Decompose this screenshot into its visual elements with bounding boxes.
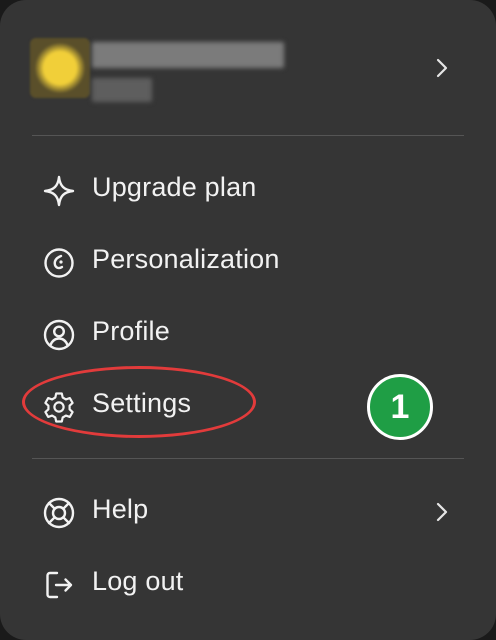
avatar — [30, 38, 90, 98]
menu-item-profile[interactable]: Profile — [0, 302, 496, 366]
menu-item-personalization[interactable]: Personalization — [0, 230, 496, 294]
step-number-badge: 1 — [367, 374, 433, 440]
chevron-right-icon — [436, 502, 448, 522]
chevron-right-icon — [436, 58, 448, 78]
user-circle-icon — [43, 319, 75, 351]
account-row[interactable] — [0, 30, 496, 106]
divider — [32, 458, 464, 459]
personalization-icon — [44, 248, 74, 278]
menu-item-log-out[interactable]: Log out — [0, 552, 496, 616]
menu-item-label: Profile — [92, 316, 170, 346]
sparkle-icon — [43, 175, 75, 207]
menu-item-label: Upgrade plan — [92, 172, 257, 202]
menu-item-help[interactable]: Help — [0, 480, 496, 544]
menu-item-label: Settings — [92, 388, 192, 418]
menu-item-upgrade-plan[interactable]: Upgrade plan — [0, 158, 496, 222]
account-menu: Upgrade plan Personalization Profile Set… — [0, 0, 496, 640]
account-name-redacted — [92, 42, 284, 68]
logout-icon — [46, 571, 73, 599]
menu-item-label: Personalization — [92, 244, 280, 274]
divider — [32, 135, 464, 136]
gear-icon — [44, 392, 74, 423]
menu-item-label: Log out — [92, 566, 184, 596]
menu-item-label: Help — [92, 494, 149, 524]
account-subtitle-redacted — [92, 78, 152, 102]
lifebuoy-icon — [43, 497, 75, 529]
